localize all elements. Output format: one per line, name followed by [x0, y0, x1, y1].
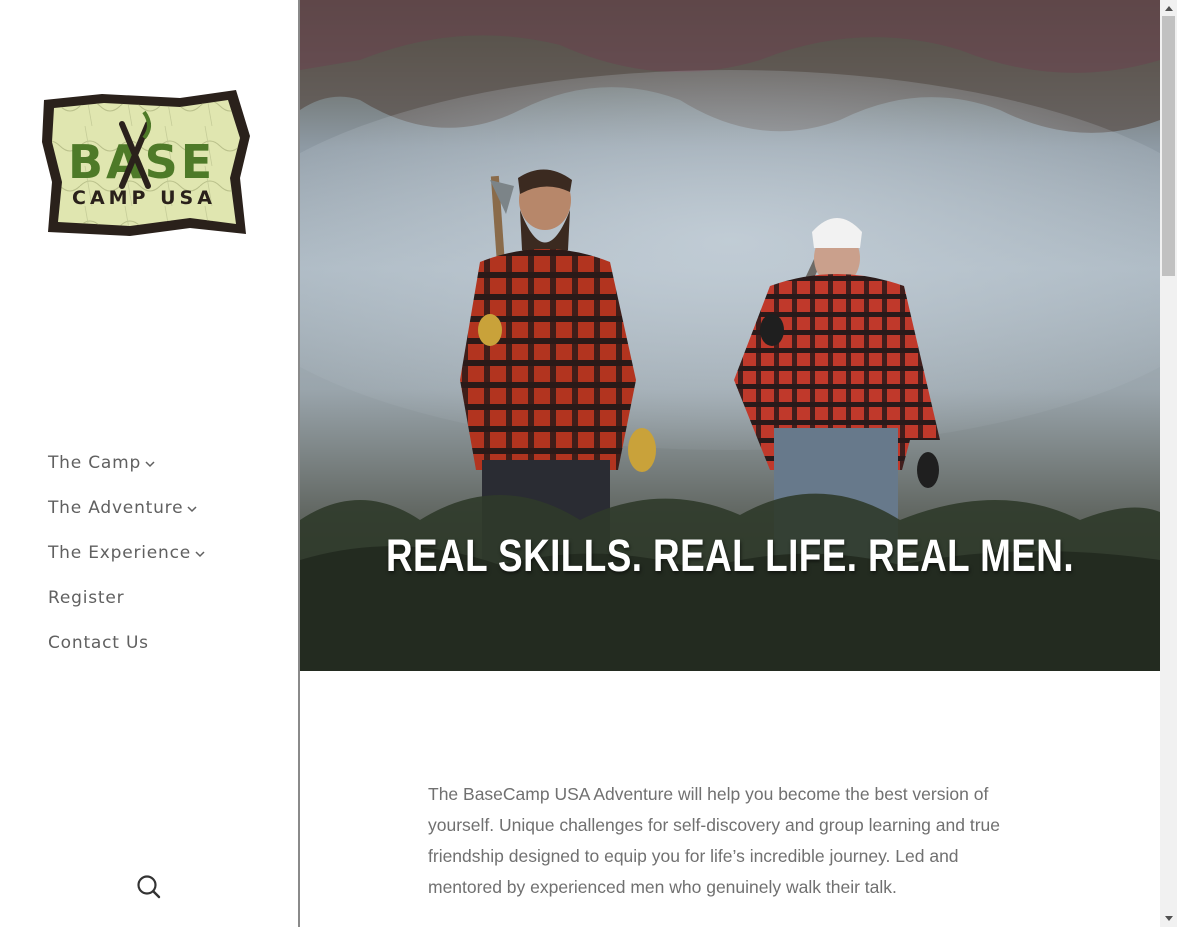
vertical-scrollbar[interactable]	[1160, 0, 1177, 927]
nav-item-contact-us[interactable]: Contact Us	[48, 620, 205, 665]
scroll-down-arrow[interactable]	[1160, 911, 1177, 927]
nav-item-label: The Camp	[48, 452, 142, 473]
scroll-up-arrow[interactable]	[1160, 0, 1177, 16]
hero-headline: REAL SKILLS. REAL LIFE. REAL MEN.	[385, 530, 1075, 581]
chevron-down-icon	[187, 505, 197, 512]
sidebar: BASE CAMP USA The Camp The Adventure The…	[0, 0, 300, 927]
nav-item-the-experience[interactable]: The Experience	[48, 530, 205, 575]
nav-item-register[interactable]: Register	[48, 575, 205, 620]
nav-item-label: The Experience	[48, 542, 192, 563]
site-logo[interactable]: BASE CAMP USA	[40, 86, 254, 242]
search-button[interactable]	[136, 874, 162, 900]
main-content: The BaseCamp USA Adventure will help you…	[300, 671, 1160, 927]
logo-graphic: BASE CAMP USA	[42, 90, 250, 236]
nav-item-label: Register	[48, 587, 125, 608]
triangle-up-icon	[1164, 6, 1173, 11]
svg-text:CAMP USA: CAMP USA	[72, 187, 216, 209]
triangle-down-icon	[1164, 916, 1173, 921]
nav-item-the-camp[interactable]: The Camp	[48, 440, 205, 485]
chevron-down-icon	[195, 550, 205, 557]
search-icon	[137, 875, 161, 899]
intro-paragraph: The BaseCamp USA Adventure will help you…	[428, 784, 1000, 897]
main-nav: The Camp The Adventure The Experience Re…	[48, 440, 205, 665]
nav-item-label: The Adventure	[48, 497, 184, 518]
hero-banner: REAL SKILLS. REAL LIFE. REAL MEN.	[300, 0, 1160, 671]
scroll-thumb[interactable]	[1162, 16, 1175, 276]
nav-item-label: Contact Us	[48, 632, 149, 653]
chevron-down-icon	[145, 460, 155, 467]
nav-item-the-adventure[interactable]: The Adventure	[48, 485, 205, 530]
